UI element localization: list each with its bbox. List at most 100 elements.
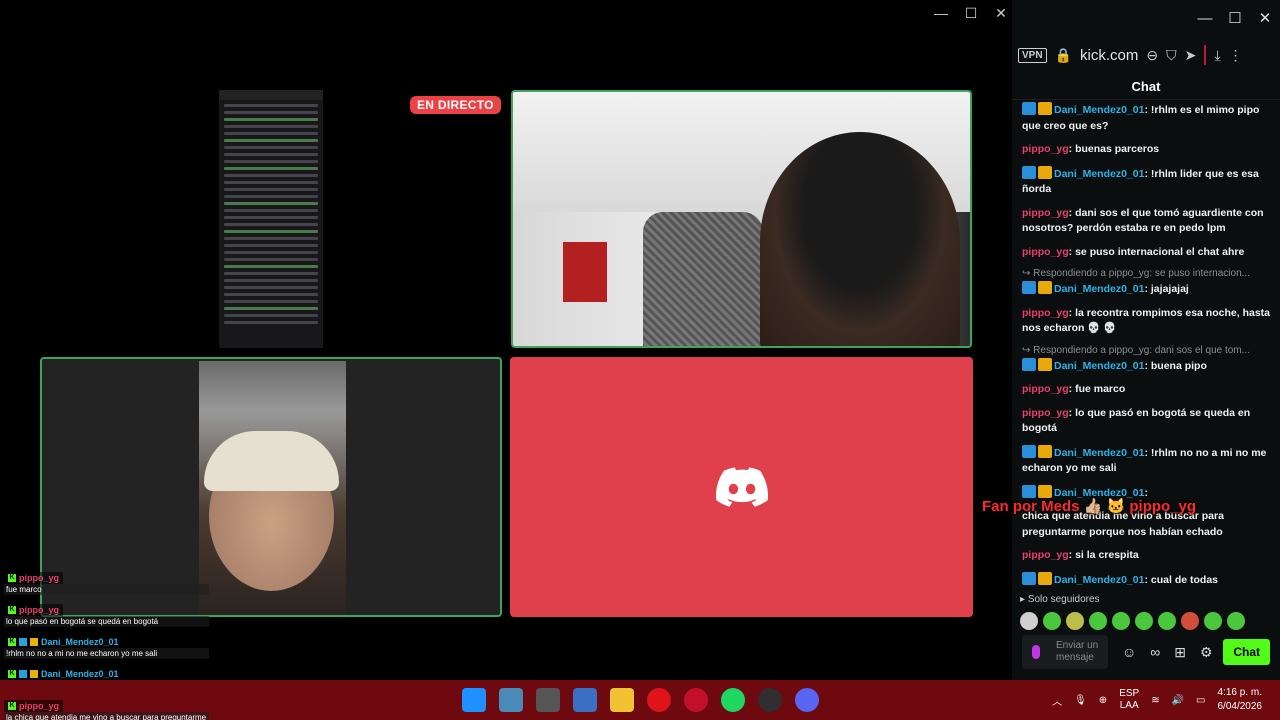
emote-icon[interactable]: [1181, 612, 1199, 630]
kick-icon: K: [8, 638, 16, 646]
file-explorer-icon[interactable]: [610, 688, 634, 712]
chat-username[interactable]: Dani_Mendez0_01: [1054, 104, 1144, 116]
close-button[interactable]: ✕: [1250, 9, 1280, 27]
overlay-chat-message: Kpippo_yg fue marco: [4, 566, 209, 595]
chat-username[interactable]: pippo_yg: [1022, 143, 1069, 155]
chat-username[interactable]: pippo_yg: [1022, 207, 1069, 219]
browser-window-controls: — ☐ ✕: [1012, 0, 1280, 36]
chat-message[interactable]: Dani_Mendez0_01: buena pipo: [1022, 357, 1270, 375]
opera-gx-icon[interactable]: [684, 688, 708, 712]
lock-icon[interactable]: 🔒: [1055, 47, 1072, 64]
chat-username[interactable]: Dani_Mendez0_01: [1054, 360, 1144, 372]
fan-overlay-text: Fan por Meds 👍🏼 🐱 pippo_yg: [982, 498, 1197, 515]
user-badges: [1022, 444, 1052, 458]
emote-icon[interactable]: [1227, 612, 1245, 630]
emote-icon[interactable]: [1089, 612, 1107, 630]
chat-send-button[interactable]: Chat: [1223, 639, 1270, 665]
chat-message[interactable]: pippo_yg: dani sos el que tomó aguardien…: [1022, 206, 1270, 237]
calculator-icon[interactable]: [536, 688, 560, 712]
chat-username[interactable]: pippo_yg: [1022, 383, 1069, 395]
mic-icon[interactable]: [1032, 645, 1040, 659]
sub-badge-icon: [1022, 484, 1036, 498]
chat-message-text: buenas parceros: [1075, 143, 1160, 155]
chat-message[interactable]: Dani_Mendez0_01: !rhlm lider que es esa …: [1022, 165, 1270, 198]
chat-message[interactable]: pippo_yg: buenas parceros: [1022, 142, 1270, 158]
shield-icon[interactable]: ⛉: [1166, 47, 1177, 64]
minimize-button[interactable]: —: [926, 2, 956, 24]
address-bar[interactable]: VPN 🔒 kick.com ⊖ ⛉ ➤ ⤓ ⋮: [1012, 36, 1280, 74]
chat-username[interactable]: pippo_yg: [1022, 307, 1069, 319]
chat-message[interactable]: Dani_Mendez0_01: !rhlm no no a mi no me …: [1022, 444, 1270, 477]
chat-message[interactable]: pippo_yg: fue marco: [1022, 382, 1270, 398]
overlay-chat-message: Kpippo_yg lo que pasó en bogotá se quedá…: [4, 598, 209, 627]
maximize-button[interactable]: ☐: [956, 2, 986, 24]
download-icon[interactable]: ⤓: [1214, 47, 1220, 64]
volume-icon[interactable]: 🔊: [1172, 695, 1184, 706]
opera-icon[interactable]: [647, 688, 671, 712]
language-indicator[interactable]: ESP LAA: [1119, 688, 1139, 712]
avatar-tile-user-3[interactable]: [510, 357, 973, 617]
chat-message[interactable]: pippo_yg: se puso internacional el chat …: [1022, 245, 1270, 261]
crown-badge-icon: [1038, 281, 1052, 294]
chevron-up-icon[interactable]: ︿: [1052, 693, 1062, 708]
send-icon[interactable]: ➤: [1185, 47, 1197, 64]
discord-taskbar-icon[interactable]: [795, 688, 819, 712]
url-text[interactable]: kick.com: [1080, 47, 1138, 64]
emote-icon[interactable]: [1043, 612, 1061, 630]
emote-icon[interactable]: [1204, 612, 1222, 630]
video-tile-user-1[interactable]: [511, 90, 972, 348]
emoji-icon[interactable]: ☺: [1122, 644, 1136, 660]
chat-message[interactable]: Dani_Mendez0_01: jajajajaj: [1022, 281, 1270, 298]
maximize-button[interactable]: ☐: [1220, 9, 1250, 27]
reply-context: ↪ Respondiendo a pippo_yg: dani sos el q…: [1022, 344, 1250, 356]
vpn-badge[interactable]: VPN: [1018, 47, 1047, 63]
overlay-chat-message: Kpippo_yg la chica que atendia me vino a…: [4, 694, 209, 720]
chat-input-row: Enviar un mensaje ☺ ∞ ⊞ ⚙ Chat: [1022, 634, 1270, 670]
emote-icon[interactable]: [1112, 612, 1130, 630]
sub-badge-icon: [1022, 165, 1036, 179]
chat-message-text: cual de todas: [1150, 573, 1218, 586]
chat-message[interactable]: Dani_Mendez0_01: !rhlm es el mimo pipo q…: [1022, 102, 1270, 134]
spotify-icon[interactable]: [721, 688, 745, 712]
emote-icon[interactable]: [1066, 612, 1084, 630]
notepad-icon[interactable]: [573, 688, 597, 712]
battery-icon[interactable]: ▭: [1196, 695, 1205, 706]
sub-badge-icon: [1022, 571, 1036, 585]
minimize-button[interactable]: —: [1190, 10, 1220, 27]
chat-username[interactable]: pippo_yg: [1022, 246, 1069, 258]
system-tray: ︿ 🎙 ⊕ ESP LAA ≋ 🔊 ▭ 4:16 p. m. 6/04/2026: [1052, 680, 1262, 720]
chat-username[interactable]: Dani_Mendez0_01: [1054, 283, 1144, 295]
chat-username[interactable]: pippo_yg: [1022, 549, 1069, 561]
points-icon[interactable]: ∞: [1150, 644, 1160, 660]
emote-icon[interactable]: [1020, 612, 1038, 630]
chat-message[interactable]: pippo_yg: la recontra rompimos esa noche…: [1022, 306, 1270, 337]
gift-icon[interactable]: ⊞: [1174, 644, 1186, 661]
chat-username[interactable]: Dani_Mendez0_01: [1054, 574, 1144, 586]
chat-username[interactable]: Dani_Mendez0_01: [1054, 168, 1144, 180]
chat-message-text: jajajajaj: [1150, 283, 1189, 295]
settings-icon[interactable]: ⚙: [1200, 644, 1213, 661]
zoom-out-icon[interactable]: ⊖: [1146, 47, 1158, 64]
terminal-icon[interactable]: [499, 688, 523, 712]
wifi-icon[interactable]: ≋: [1151, 695, 1159, 706]
emote-bar: [1020, 612, 1245, 630]
clock[interactable]: 4:16 p. m. 6/04/2026: [1218, 686, 1263, 714]
chat-username[interactable]: Dani_Mendez0_01: [1054, 447, 1144, 459]
windows-start-icon[interactable]: [462, 688, 486, 712]
chat-message[interactable]: pippo_yg: lo que pasó en bogotá se queda…: [1022, 406, 1270, 437]
user-badges: [1022, 165, 1052, 179]
live-badge: EN DIRECTO: [410, 96, 501, 114]
more-icon[interactable]: ⋮: [1229, 47, 1243, 64]
chat-input[interactable]: Enviar un mensaje: [1022, 635, 1108, 669]
mic-tray-icon[interactable]: 🎙: [1074, 695, 1087, 706]
chat-message[interactable]: Dani_Mendez0_01: cual de todas: [1022, 571, 1270, 589]
obs-icon[interactable]: [758, 688, 782, 712]
pin-icon: ▸: [1020, 594, 1026, 605]
emote-icon[interactable]: [1135, 612, 1153, 630]
screen-share-preview[interactable]: [219, 90, 323, 348]
chat-message[interactable]: pippo_yg: si la crespita: [1022, 548, 1270, 564]
chat-username[interactable]: pippo_yg: [1022, 407, 1069, 419]
network-icon[interactable]: ⊕: [1099, 695, 1107, 706]
emote-icon[interactable]: [1158, 612, 1176, 630]
followers-only-label: ▸ Solo seguidores: [1020, 594, 1100, 605]
